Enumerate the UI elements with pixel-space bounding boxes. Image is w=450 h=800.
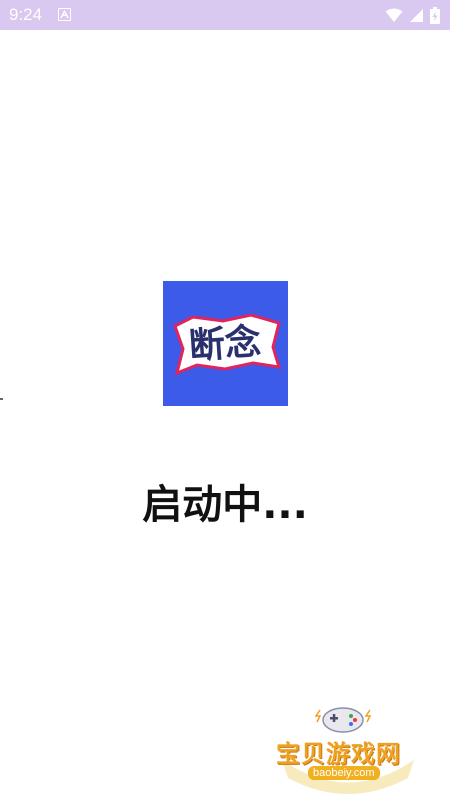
site-watermark: 宝贝游戏网 baobeiy.com bbox=[268, 700, 428, 795]
battery-charging-icon bbox=[430, 6, 440, 24]
logo-text: 断念 bbox=[188, 321, 263, 368]
status-bar: 9:24 bbox=[0, 0, 450, 30]
status-icons bbox=[385, 6, 440, 24]
loading-text: 启动中... bbox=[142, 482, 308, 528]
wifi-icon bbox=[385, 8, 403, 22]
logo-graphic: 断念 bbox=[173, 313, 282, 376]
app-logo: 断念 bbox=[163, 281, 288, 406]
edge-mark bbox=[0, 398, 3, 400]
watermark-url: baobeiy.com bbox=[308, 766, 380, 780]
status-time: 9:24 bbox=[9, 5, 43, 24]
signal-icon bbox=[410, 8, 423, 22]
watermark-title: 宝贝游戏网 bbox=[276, 740, 401, 768]
gamepad-icon bbox=[314, 707, 372, 733]
a-letter-icon bbox=[58, 8, 71, 21]
